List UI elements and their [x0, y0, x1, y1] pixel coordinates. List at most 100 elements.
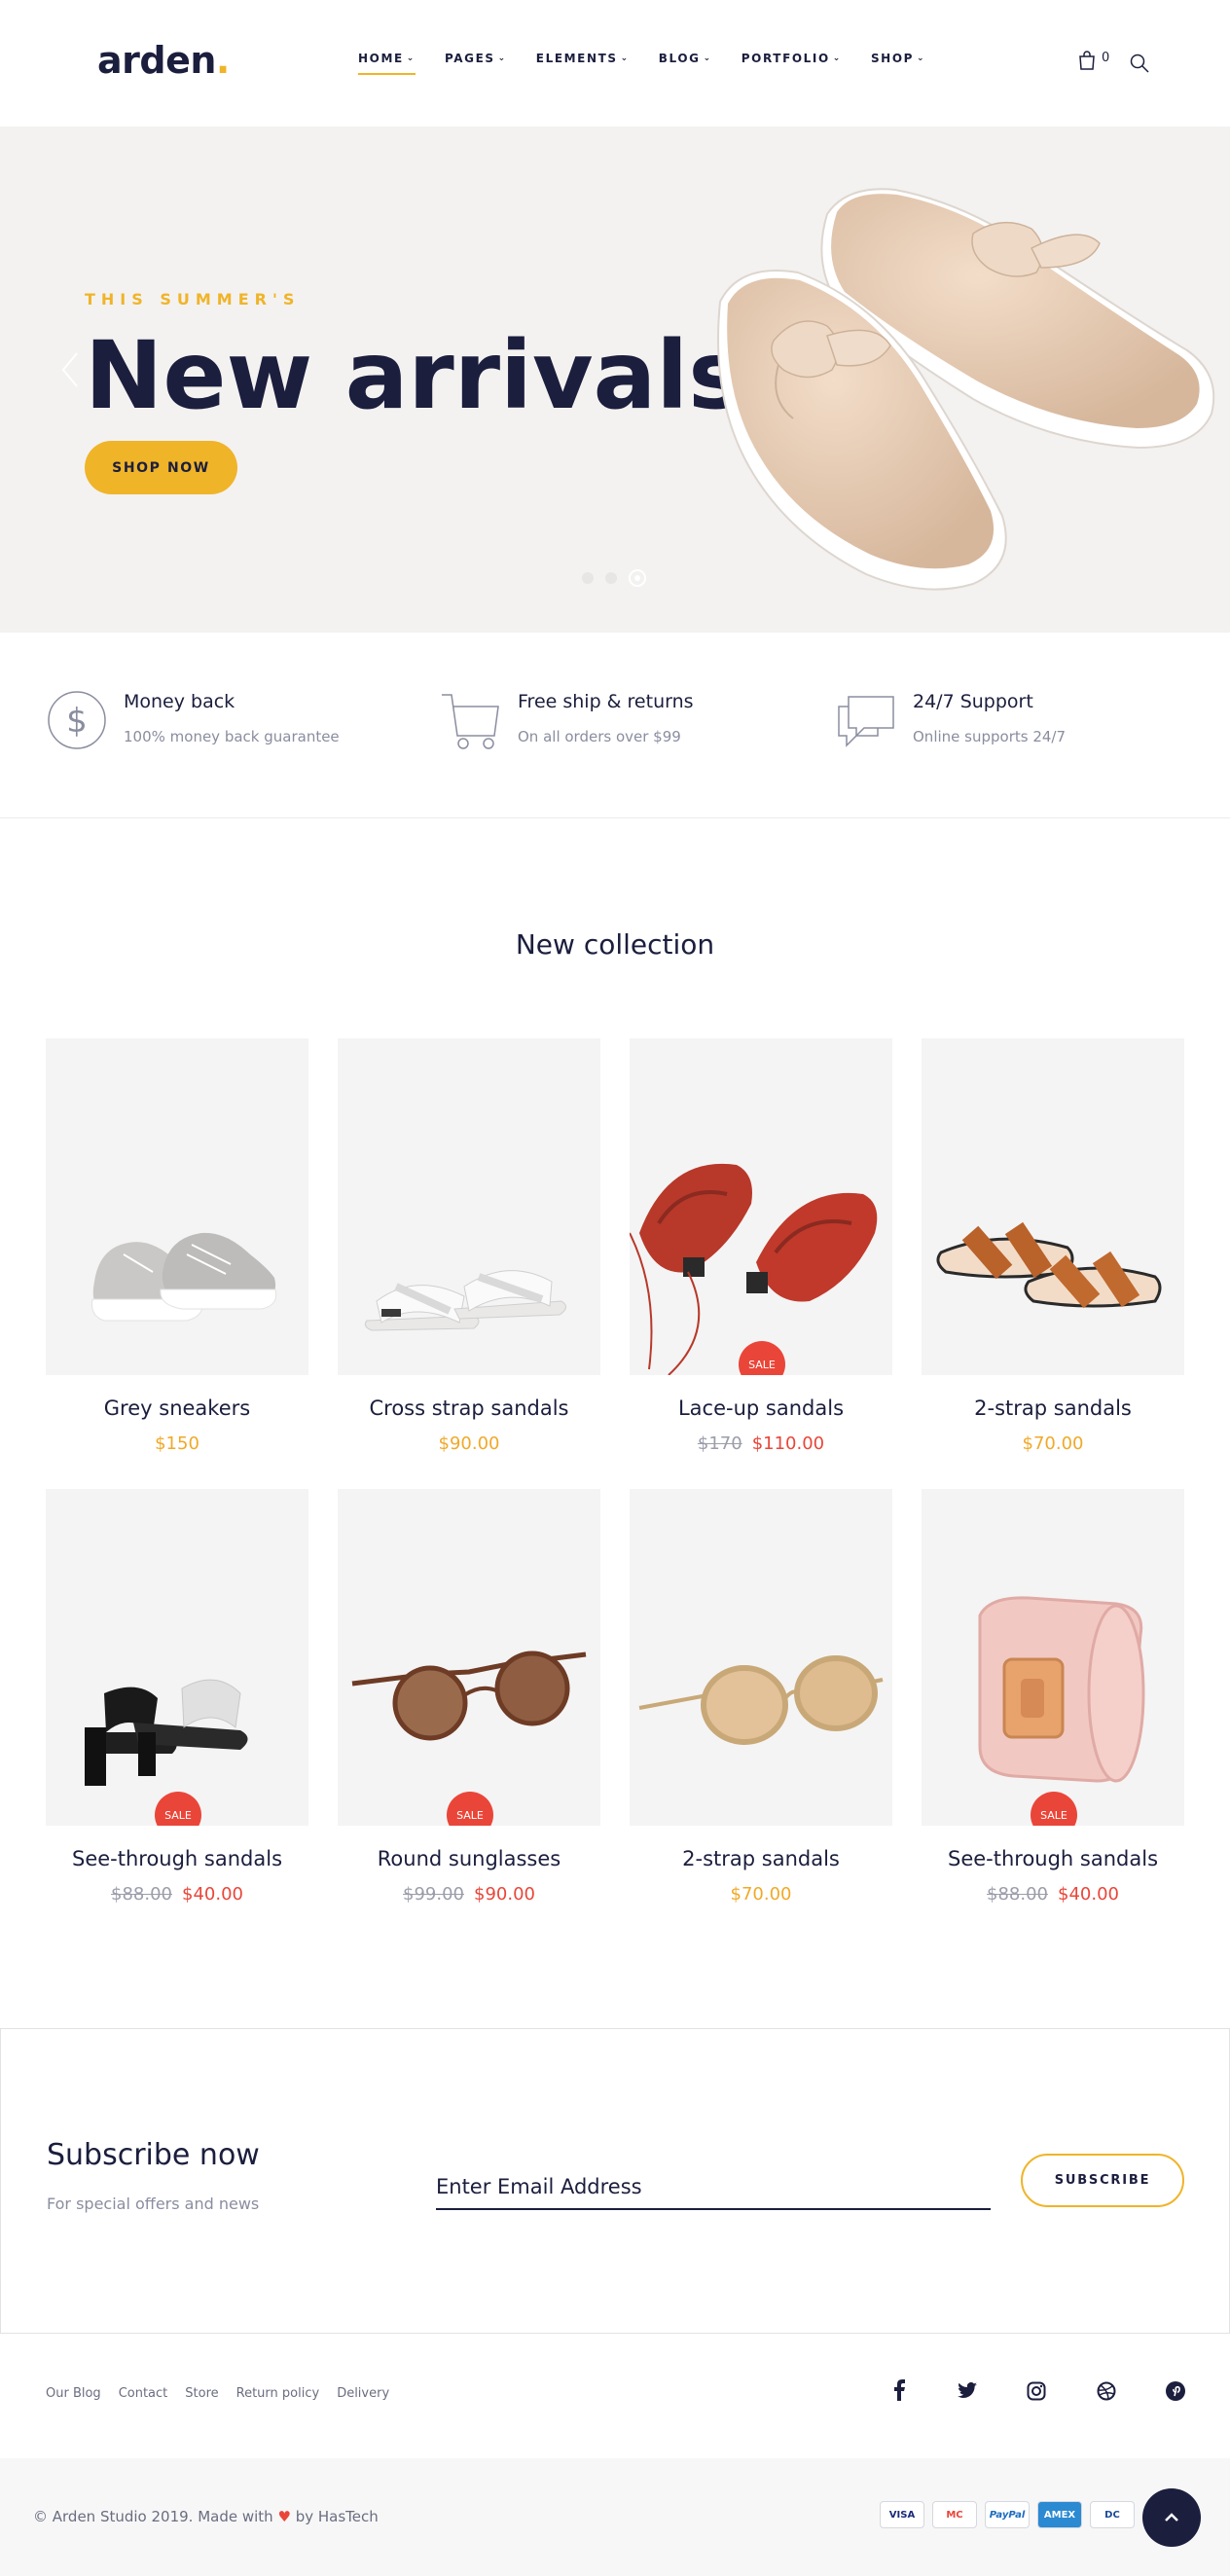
product-price: $70.00 [1022, 1433, 1084, 1454]
feature-subtitle: On all orders over $99 [518, 728, 681, 745]
product-name[interactable]: 2-strap sandals [922, 1397, 1184, 1420]
two-strap-sandals-image [936, 1221, 1162, 1309]
nav-shop[interactable]: SHOP ⌄ [871, 52, 925, 65]
feature-subtitle: Online supports 24/7 [913, 728, 1067, 745]
round-sunglasses-beige-image [638, 1655, 884, 1745]
section-title: New collection [515, 928, 715, 961]
bracelet-image [978, 1596, 1145, 1783]
product-image[interactable] [338, 1038, 600, 1375]
dribbble-link[interactable] [1097, 2381, 1116, 2405]
chevron-left-icon [61, 352, 78, 387]
hero-title: New arrivals [85, 321, 744, 430]
product-name[interactable]: See-through sandals [922, 1847, 1184, 1870]
product-name[interactable]: Round sunglasses [338, 1847, 600, 1870]
product-card[interactable]: 2-strap sandals $70.00 [630, 1489, 892, 1905]
facebook-link[interactable] [891, 2379, 907, 2405]
payment-methods: VISA MC PayPal AMEX DC [880, 2501, 1135, 2528]
email-input[interactable] [436, 2165, 991, 2210]
product-image[interactable] [630, 1489, 892, 1826]
chevron-down-icon: ⌄ [832, 54, 842, 63]
heart-icon: ♥ [277, 2508, 291, 2525]
slider-dot-active[interactable] [629, 569, 646, 587]
product-name[interactable]: Lace-up sandals [630, 1397, 892, 1420]
product-card[interactable]: SALE Round sunglasses $99.00 $90.00 [338, 1489, 600, 1905]
site-header: arden. HOME ⌄ PAGES ⌄ ELEMENTS ⌄ BLOG ⌄ PORT… [0, 0, 1230, 127]
cart-button[interactable]: 0 [1078, 51, 1109, 70]
subscribe-button[interactable]: SUBSCRIBE [1021, 2154, 1184, 2207]
visa-card-icon: VISA [880, 2501, 924, 2528]
svg-text:$: $ [66, 702, 88, 741]
footer-link-return-policy[interactable]: Return policy [236, 2386, 320, 2401]
dollar-icon: $ [48, 691, 106, 749]
hero-slider: THIS SUMMER'S New arrivals SHOP NOW [0, 127, 1230, 633]
footer-link-store[interactable]: Store [185, 2386, 218, 2401]
sneakers-image [91, 1232, 277, 1322]
product-card[interactable]: Grey sneakers $150 [46, 1038, 308, 1454]
product-image[interactable] [922, 1038, 1184, 1375]
footer-links: Our Blog Contact Store Return policy Del… [46, 2386, 389, 2401]
paypal-icon: PayPal [985, 2501, 1030, 2528]
footer-link-contact[interactable]: Contact [119, 2386, 168, 2401]
chevron-down-icon: ⌄ [620, 54, 630, 63]
slider-prev-arrow[interactable] [60, 350, 80, 393]
logo[interactable]: arden. [97, 39, 230, 82]
see-through-sandals-image [85, 1679, 248, 1786]
nav-blog[interactable]: BLOG ⌄ [659, 52, 712, 65]
product-price: $88.00 $40.00 [987, 1884, 1119, 1905]
subscribe-title: Subscribe now [47, 2138, 260, 2172]
twitter-icon [958, 2382, 977, 2398]
instagram-link[interactable] [1027, 2381, 1046, 2405]
cross-sandals-image [364, 1270, 566, 1331]
hero-shoes-image [717, 188, 1215, 591]
product-name[interactable]: Cross strap sandals [338, 1397, 600, 1420]
footer-bottom-bar: © Arden Studio 2019. Made with ♥ by HasT… [0, 2458, 1230, 2576]
product-price: $170 $110.00 [697, 1433, 825, 1454]
subscribe-subtitle: For special offers and news [47, 2195, 260, 2213]
product-name[interactable]: 2-strap sandals [630, 1847, 892, 1870]
product-price: $88.00 $40.00 [111, 1884, 243, 1905]
product-card[interactable]: 2-strap sandals $70.00 [922, 1038, 1184, 1454]
feature-title: Free ship & returns [518, 691, 694, 712]
chevron-down-icon: ⌄ [703, 54, 712, 63]
slider-dot[interactable] [605, 572, 617, 584]
nav-pages[interactable]: PAGES ⌄ [445, 52, 507, 65]
twitter-link[interactable] [958, 2382, 977, 2404]
product-card[interactable]: SALE See-through sandals $88.00 $40.00 [46, 1489, 308, 1905]
lace-up-sandals-image [630, 1163, 878, 1375]
chat-icon [838, 696, 894, 747]
product-name[interactable]: See-through sandals [46, 1847, 308, 1870]
nav-portfolio[interactable]: PORTFOLIO ⌄ [742, 52, 842, 65]
cart-icon [442, 694, 499, 749]
facebook-icon [894, 2379, 905, 2401]
back-to-top-button[interactable] [1142, 2488, 1201, 2547]
product-image[interactable]: SALE [630, 1038, 892, 1375]
product-image[interactable] [46, 1038, 308, 1375]
feature-free-ship: Free ship & returns On all orders over $… [440, 689, 694, 751]
features-bar: $ Money back 100% money back guarantee F… [0, 633, 1230, 818]
product-card[interactable]: SALE Lace-up sandals $170 $110.00 [630, 1038, 892, 1454]
dribbble-icon [1097, 2381, 1116, 2401]
footer-link-delivery[interactable]: Delivery [337, 2386, 389, 2401]
footer-link-blog[interactable]: Our Blog [46, 2386, 101, 2401]
main-nav: HOME ⌄ PAGES ⌄ ELEMENTS ⌄ BLOG ⌄ PORTFOLIO ⌄ … [358, 52, 955, 75]
product-name[interactable]: Grey sneakers [46, 1397, 308, 1420]
feature-subtitle: 100% money back guarantee [124, 728, 340, 745]
nav-elements[interactable]: ELEMENTS ⌄ [536, 52, 630, 65]
hero-kicker: THIS SUMMER'S [85, 290, 301, 308]
instagram-icon [1027, 2381, 1046, 2401]
product-price: $70.00 [730, 1884, 792, 1905]
shop-now-button[interactable]: SHOP NOW [85, 441, 237, 494]
product-image[interactable]: SALE [338, 1489, 600, 1826]
product-card[interactable]: Cross strap sandals $90.00 [338, 1038, 600, 1454]
product-image[interactable]: SALE [46, 1489, 308, 1826]
pinterest-link[interactable] [1166, 2381, 1185, 2405]
diners-club-icon: DC [1090, 2501, 1135, 2528]
search-button[interactable] [1129, 53, 1150, 78]
nav-home[interactable]: HOME ⌄ [358, 52, 416, 75]
product-image[interactable]: SALE [922, 1489, 1184, 1826]
copyright: © Arden Studio 2019. Made with ♥ by HasT… [33, 2508, 379, 2525]
product-card[interactable]: SALE See-through sandals $88.00 $40.00 [922, 1489, 1184, 1905]
product-price: $99.00 $90.00 [403, 1884, 535, 1905]
slider-dot[interactable] [582, 572, 594, 584]
mastercard-icon: MC [932, 2501, 977, 2528]
